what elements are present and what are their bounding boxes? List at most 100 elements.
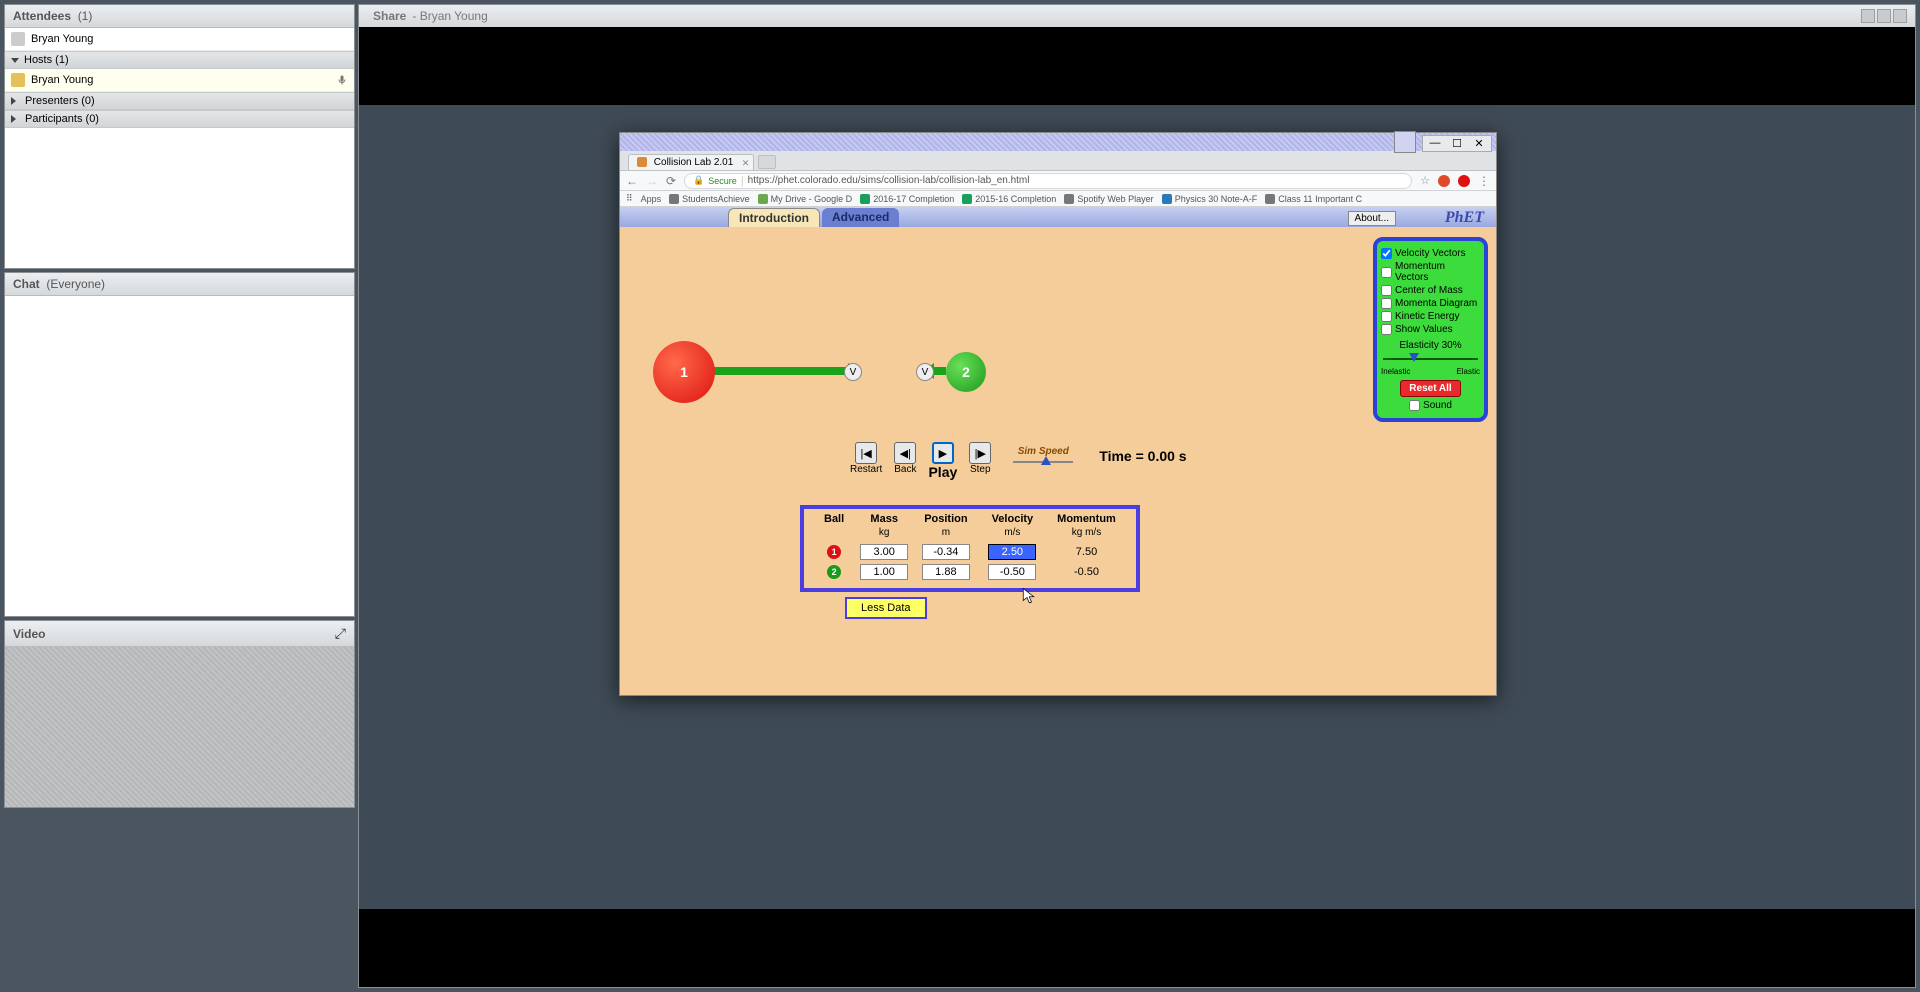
about-button[interactable]: About... (1348, 211, 1396, 226)
bookmarks-bar: ⠿ Apps StudentsAchieve My Drive - Google… (620, 191, 1496, 207)
restart-icon: |◀ (855, 442, 877, 464)
position-1-input[interactable] (922, 544, 970, 560)
address-bar: ← → ⟳ 🔒 Secure | https://phet.colorado.e… (620, 171, 1496, 191)
col-momentum: Momentum (1045, 513, 1128, 525)
menu-icon[interactable]: ⋮ (1478, 174, 1490, 188)
data-table: Ball Mass Position Velocity Momentum kg … (800, 505, 1140, 592)
back-button[interactable]: ◀| Back (894, 442, 916, 475)
share-header: Share - Bryan Young (359, 5, 1915, 28)
play-button[interactable]: ▶ Play (928, 442, 957, 480)
col-ball: Ball (812, 513, 856, 525)
slider-thumb[interactable] (1041, 456, 1051, 465)
chat-body[interactable] (5, 296, 354, 616)
velocity-vectors-checkbox[interactable] (1381, 248, 1392, 259)
chat-panel: Chat (Everyone) (4, 272, 355, 617)
ball-1-badge: 1 (827, 545, 841, 559)
mass-1-input[interactable] (860, 544, 908, 560)
time-label: Time = 0.00 s (1099, 448, 1186, 464)
window-titlebar[interactable]: — ☐ ✕ (620, 133, 1496, 151)
phet-logo: PhET (1445, 209, 1484, 227)
expand-icon[interactable]: ⤢ (335, 625, 346, 642)
bookmark-item[interactable]: 2015-16 Completion (962, 194, 1056, 204)
profile-icon[interactable] (1458, 175, 1470, 187)
restart-button[interactable]: |◀ Restart (850, 442, 882, 475)
bookmark-item[interactable]: Apps (641, 194, 662, 204)
bookmark-item[interactable]: 2016-17 Completion (860, 194, 954, 204)
play-icon: ▶ (932, 442, 954, 464)
options-panel: Velocity Vectors Momentum Vectors Center… (1373, 237, 1488, 422)
presenters-label: Presenters (0) (25, 95, 95, 107)
lock-icon: 🔒 (693, 175, 704, 186)
sim-speed-slider[interactable]: Sim Speed (1013, 446, 1073, 463)
app-icon (1394, 131, 1416, 153)
table-row: 1 7.50 (812, 542, 1128, 562)
host-icon (11, 73, 25, 87)
ball-1[interactable]: 1 (653, 341, 715, 403)
tab-close-icon[interactable]: ✕ (742, 158, 750, 169)
layout-icon-2[interactable] (1877, 9, 1891, 23)
hosts-group[interactable]: Hosts (1) (5, 51, 354, 69)
bookmark-item[interactable]: StudentsAchieve (669, 194, 750, 204)
ball-2[interactable]: 2 (946, 352, 986, 392)
layout-icon-1[interactable] (1861, 9, 1875, 23)
vector-handle-2[interactable]: V (916, 363, 934, 381)
step-icon: |▶ (969, 442, 991, 464)
shared-window: — ☐ ✕ Collision Lab 2.01 ✕ ← → ⟳ 🔒 (619, 132, 1497, 696)
host-row[interactable]: Bryan Young (5, 69, 354, 92)
sound-checkbox[interactable] (1409, 400, 1420, 411)
new-tab-button[interactable] (758, 155, 776, 169)
ball-2-badge: 2 (827, 565, 841, 579)
attendees-panel: Attendees (1) Bryan Young Hosts (1) Brya… (4, 4, 355, 269)
vector-handle-1[interactable]: V (844, 363, 862, 381)
chat-header: Chat (Everyone) (5, 273, 354, 296)
back-step-icon: ◀| (894, 442, 916, 464)
sim-area[interactable]: 1 2 V V |◀ Restart ◀| Back ▶ P (620, 227, 1496, 695)
back-icon[interactable]: ← (626, 174, 638, 188)
bookmark-item[interactable]: Physics 30 Note-A-F (1162, 194, 1258, 204)
position-2-input[interactable] (922, 564, 970, 580)
url-input[interactable]: 🔒 Secure | https://phet.colorado.edu/sim… (684, 173, 1412, 189)
close-icon[interactable]: ✕ (1473, 137, 1485, 150)
tab-introduction[interactable]: Introduction (728, 208, 820, 227)
less-data-button[interactable]: Less Data (845, 597, 927, 619)
attendee-self[interactable]: Bryan Young (5, 28, 354, 51)
sim-toolbar: Introduction Advanced About... PhET (620, 207, 1496, 227)
attendee-name: Bryan Young (31, 33, 93, 45)
show-values-checkbox[interactable] (1381, 324, 1392, 335)
bookmark-item[interactable]: Class 11 Important C (1265, 194, 1362, 204)
participants-group[interactable]: Participants (0) (5, 110, 354, 128)
momenta-diagram-checkbox[interactable] (1381, 298, 1392, 309)
elasticity-slider[interactable] (1383, 353, 1478, 365)
step-button[interactable]: |▶ Step (969, 442, 991, 475)
col-position: Position (912, 513, 979, 525)
elasticity-label: Elasticity 30% (1381, 340, 1480, 351)
ext-icon[interactable] (1438, 175, 1450, 187)
video-panel: Video ⤢ (4, 620, 355, 808)
bookmark-item[interactable]: My Drive - Google D (758, 194, 853, 204)
forward-icon[interactable]: → (646, 174, 658, 188)
maximize-icon[interactable]: ☐ (1451, 137, 1463, 150)
tab-advanced[interactable]: Advanced (822, 208, 899, 227)
velocity-2-input[interactable] (988, 564, 1036, 580)
fullscreen-icon[interactable] (1893, 9, 1907, 23)
reload-icon[interactable]: ⟳ (666, 174, 676, 188)
secure-label: Secure (708, 176, 737, 186)
kinetic-energy-checkbox[interactable] (1381, 311, 1392, 322)
velocity-vector-2[interactable] (932, 367, 946, 375)
col-velocity: Velocity (980, 513, 1046, 525)
video-header: Video ⤢ (5, 621, 354, 647)
col-mass: Mass (856, 513, 912, 525)
attendees-header: Attendees (1) (5, 5, 354, 28)
browser-tab[interactable]: Collision Lab 2.01 ✕ (628, 154, 754, 170)
mic-icon (336, 74, 348, 86)
velocity-1-input[interactable] (988, 544, 1036, 560)
center-of-mass-checkbox[interactable] (1381, 285, 1392, 296)
bookmark-item[interactable]: Spotify Web Player (1064, 194, 1153, 204)
bookmark-star-icon[interactable]: ☆ (1420, 174, 1430, 187)
reset-all-button[interactable]: Reset All (1400, 380, 1460, 397)
mass-2-input[interactable] (860, 564, 908, 580)
presenters-group[interactable]: Presenters (0) (5, 92, 354, 110)
minimize-icon[interactable]: — (1429, 137, 1441, 150)
apps-icon[interactable]: ⠿ (626, 193, 633, 204)
momentum-vectors-checkbox[interactable] (1381, 267, 1392, 278)
